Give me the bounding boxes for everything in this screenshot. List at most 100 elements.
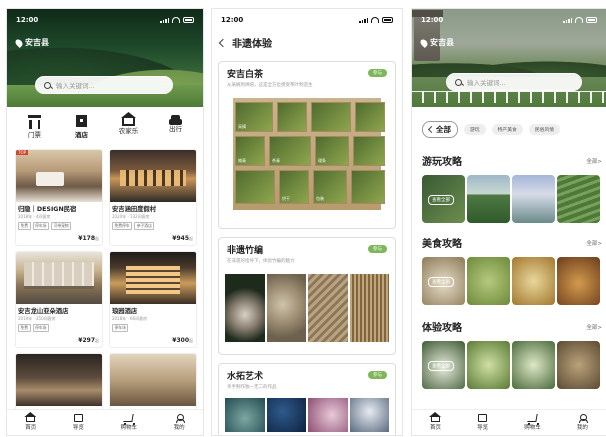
hotel-card[interactable]: 安吉龙山亚朵酒店 2019年 · 250间客房 免费 停车场 ¥297起	[15, 251, 103, 348]
view-all-button[interactable]: 查看全部	[428, 361, 454, 371]
status-bar: 12:00	[412, 9, 606, 31]
experience-card-tea[interactable]: 安吉白茶 从采摘到烘焙，这是全方位感受茶叶制造生 参与 采摘 摊青 杀青 理条 …	[218, 61, 396, 229]
see-all-link[interactable]: 全部>	[586, 239, 602, 247]
status-time: 12:00	[421, 16, 444, 24]
hotel-tag: 停车场	[32, 222, 49, 230]
status-bar: 12:00	[212, 9, 402, 31]
location-pin-icon	[14, 37, 24, 48]
hotel-name: 安吉龙山亚朵酒店	[18, 308, 69, 315]
status-time: 12:00	[221, 16, 244, 24]
view-all-button[interactable]: 查看全部	[428, 195, 454, 205]
experience-photos[interactable]: 查看全部	[422, 341, 600, 389]
experience-desc: 亲手制作独一无二的作品	[227, 385, 277, 390]
battery-icon	[183, 17, 194, 23]
section-play: 游玩攻略 全部>	[422, 153, 602, 168]
food-photos[interactable]: 查看全部	[422, 257, 600, 305]
wifi-icon	[575, 17, 583, 23]
bamboo-photos	[225, 274, 389, 342]
location-pin-icon	[419, 37, 429, 48]
experience-desc: 从采摘到烘焙，这是全方位感受茶叶制造生	[227, 83, 313, 88]
filter-food[interactable]: 特产美食	[491, 124, 523, 135]
category-ticket[interactable]: 门票	[15, 115, 55, 139]
wifi-icon	[172, 17, 180, 23]
tab-profile[interactable]: 我的	[174, 414, 185, 431]
section-experience: 体验攻略 全部>	[422, 319, 602, 334]
hotel-price: ¥300起	[172, 337, 193, 344]
top-badge: TOP	[16, 150, 29, 155]
hotel-tag: 停车场	[112, 324, 129, 332]
guide-screen: 12:00 安吉县 输入关键词... 全部 游玩 特产美食 民俗风情 游玩攻略全…	[411, 8, 606, 436]
mockup-canvas: 12:00 安吉县 输入关键词... 门票 酒店 农家乐 出行 TOP 归隐｜D…	[0, 0, 606, 437]
hotel-card[interactable]: 琅园酒店 2018年 · 66间客房 停车场 ¥300起	[109, 251, 197, 348]
home-icon	[431, 417, 441, 422]
tab-guide[interactable]: 导览	[477, 414, 488, 431]
tab-home[interactable]: 首页	[430, 414, 441, 431]
hotel-meta: 2018年 · 66间客房	[112, 316, 148, 321]
join-button[interactable]: 参与	[368, 69, 387, 77]
play-photos[interactable]: 查看全部	[422, 175, 600, 223]
tab-home[interactable]: 首页	[25, 414, 36, 431]
hotel-photo	[16, 354, 102, 406]
filter-play[interactable]: 游玩	[464, 124, 486, 135]
farmhouse-icon	[122, 118, 135, 126]
see-all-link[interactable]: 全部>	[586, 323, 602, 331]
hotel-grid: TOP 归隐｜DESIGN民宿 2018年 · 4间客房 免费 停车场 可带宠物 ¥…	[15, 149, 197, 435]
location-label: 安吉县	[430, 38, 454, 47]
category-nav: 门票 酒店 农家乐 出行	[7, 115, 203, 139]
status-time: 12:00	[16, 16, 39, 24]
experience-card-ink[interactable]: 水拓艺术 亲手制作独一无二的作品 参与	[218, 363, 396, 435]
tab-guide[interactable]: 导览	[73, 414, 84, 431]
status-bar: 12:00	[7, 9, 203, 31]
hotel-photo	[16, 252, 102, 304]
tab-profile[interactable]: 我的	[577, 414, 588, 431]
join-button[interactable]: 参与	[368, 371, 387, 379]
section-title: 美食攻略	[422, 239, 462, 250]
hotel-tag: 免费	[18, 222, 31, 230]
view-all-button[interactable]: 查看全部	[428, 277, 454, 287]
filter-all[interactable]: 全部	[422, 121, 458, 138]
hotel-photo	[110, 150, 196, 202]
battery-icon	[586, 17, 597, 23]
signal-icon	[563, 17, 572, 23]
signal-icon	[359, 17, 368, 23]
search-input[interactable]: 输入关键词...	[35, 76, 173, 94]
experience-card-bamboo[interactable]: 非遗竹编 在非遗的指导下，体验竹编的魅力 参与	[218, 237, 396, 355]
hotel-card[interactable]: 安吉涵田度假村 2020年 · 132间客房 免费停车 亲子酒店 ¥945起	[109, 149, 197, 246]
tea-process-illustration: 采摘 摊青 杀青 理条 烘干 包装	[233, 98, 385, 210]
hotel-name: 归隐｜DESIGN民宿	[18, 206, 77, 213]
location-selector[interactable]: 安吉县	[419, 37, 454, 48]
category-travel[interactable]: 出行	[156, 115, 196, 139]
cart-icon	[527, 414, 538, 422]
back-icon[interactable]	[218, 38, 228, 47]
category-hotel[interactable]: 酒店	[62, 115, 102, 139]
hotel-tag: 停车场	[32, 324, 49, 332]
guide-icon	[478, 414, 488, 422]
filter-custom[interactable]: 民俗风情	[528, 124, 561, 135]
search-icon	[44, 81, 51, 89]
cart-icon	[123, 414, 135, 422]
heritage-screen: 12:00 非遗体验 安吉白茶 从采摘到烘焙，这是全方位感受茶叶制造生 参与 采…	[211, 8, 403, 436]
join-button[interactable]: 参与	[368, 245, 387, 253]
hotel-price: ¥945起	[172, 235, 193, 242]
ticket-gate-icon	[28, 115, 41, 129]
tab-cart[interactable]: 购物车	[524, 414, 541, 431]
tab-cart[interactable]: 购物车	[121, 414, 137, 431]
hotel-card[interactable]: TOP 归隐｜DESIGN民宿 2018年 · 4间客房 免费 停车场 可带宠物 ¥…	[15, 149, 103, 246]
tab-bar: 首页 导览 购物车 我的	[412, 409, 606, 435]
search-icon	[455, 78, 462, 86]
wifi-icon	[371, 17, 379, 23]
hotel-tag: 亲子酒店	[134, 222, 155, 230]
see-all-link[interactable]: 全部>	[586, 157, 602, 165]
hotel-photo	[110, 252, 196, 304]
hotel-tag: 免费	[18, 324, 31, 332]
hotel-price: ¥178起	[78, 235, 99, 242]
category-farmhouse[interactable]: 农家乐	[109, 115, 149, 139]
profile-icon	[175, 414, 185, 423]
hotel-tag: 免费停车	[112, 222, 133, 230]
location-selector[interactable]: 安吉县	[14, 37, 49, 48]
hotel-meta: 2019年 · 250间客房	[18, 316, 56, 321]
search-input[interactable]: 输入关键词...	[446, 73, 582, 91]
search-placeholder: 输入关键词...	[467, 79, 506, 87]
hotel-meta: 2020年 · 132间客房	[112, 214, 150, 219]
page-header: 非遗体验	[218, 35, 272, 50]
